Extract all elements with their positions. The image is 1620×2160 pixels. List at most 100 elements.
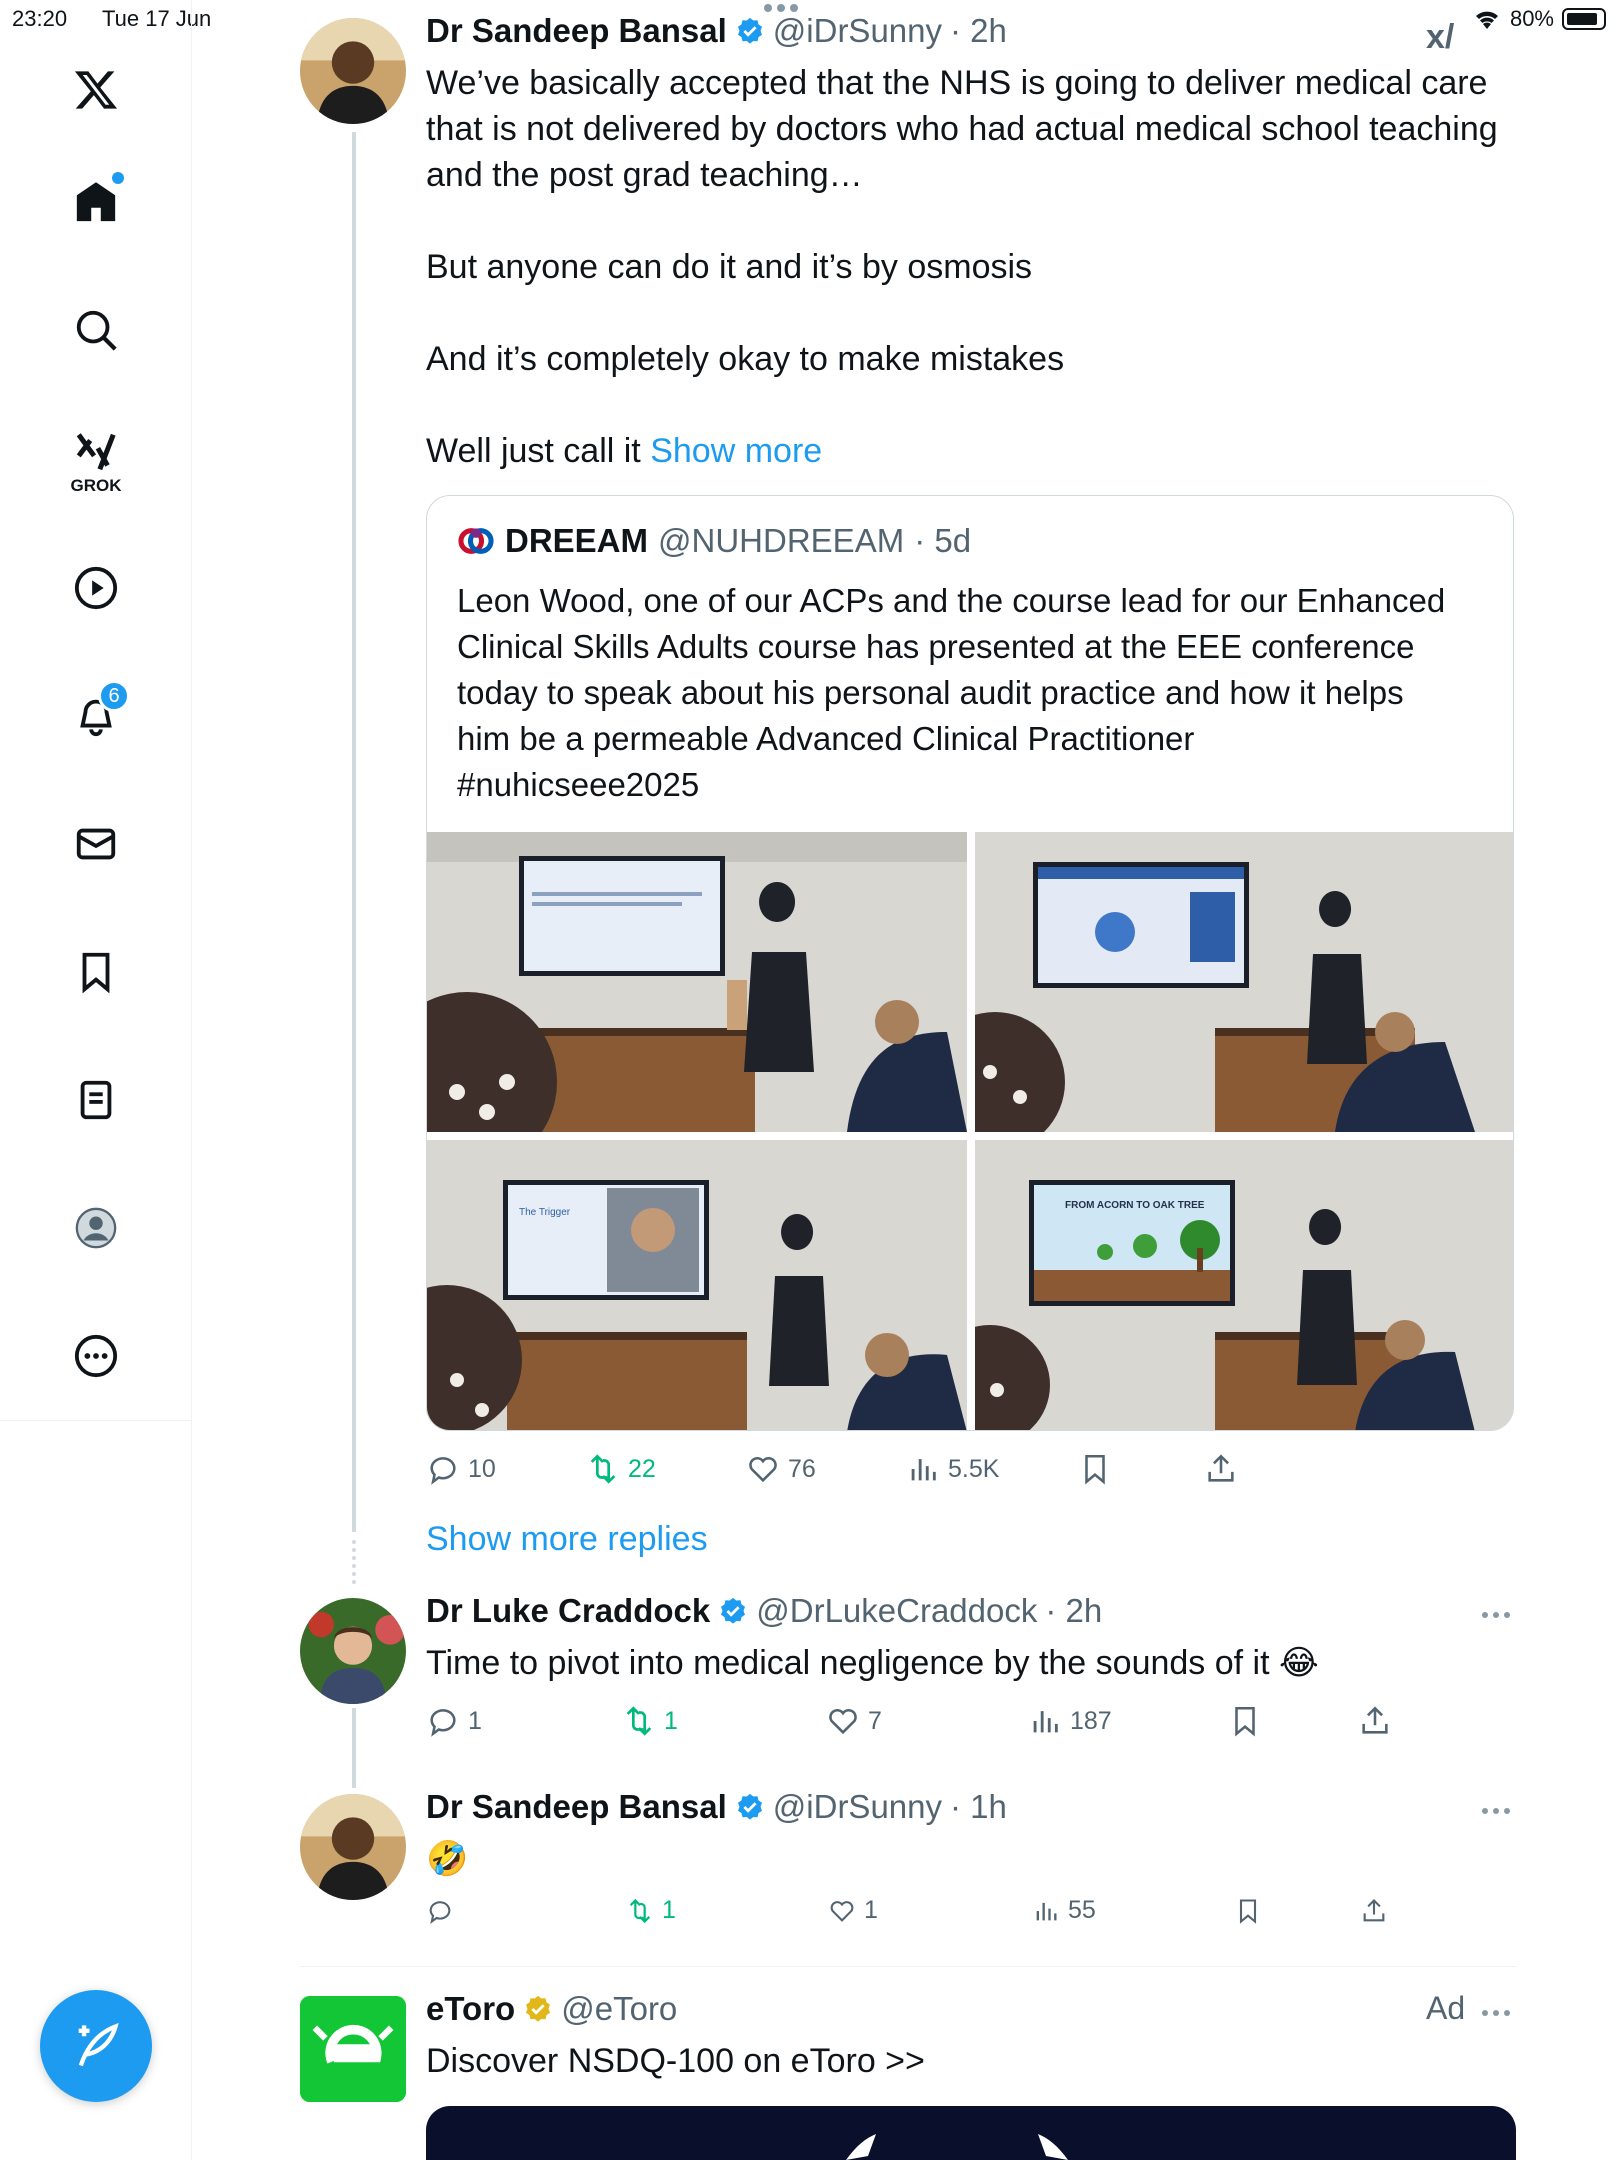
profile-icon: [75, 1207, 117, 1249]
like-button[interactable]: 76: [746, 1452, 906, 1486]
ad-media[interactable]: [426, 2106, 1516, 2160]
tweet-header: Dr Sandeep Bansal @iDrSunny · 2h: [426, 12, 1007, 50]
sidebar-item-home[interactable]: [64, 170, 128, 234]
like-button[interactable]: 1: [828, 1896, 1032, 1925]
repost-button[interactable]: 22: [586, 1452, 746, 1486]
reply-button[interactable]: 10: [426, 1452, 586, 1486]
compose-icon: [78, 2022, 119, 2067]
quote-time[interactable]: · 5d: [914, 522, 971, 560]
status-indicators: 80%: [1472, 6, 1606, 32]
share-button[interactable]: [1204, 1452, 1238, 1486]
grok-icon: [76, 433, 116, 471]
sidebar-item-more[interactable]: [64, 1324, 128, 1388]
tweet-time[interactable]: · 1h: [950, 1788, 1007, 1826]
photo-4[interactable]: FROM ACORN TO OAK TREE: [975, 1140, 1513, 1430]
views-button[interactable]: 5.5K: [906, 1452, 1078, 1486]
sidebar: GROK 6: [0, 0, 192, 2160]
bookmark-icon: [1235, 1706, 1255, 1737]
show-more-replies-link[interactable]: Show more replies: [426, 1520, 708, 1559]
reply-icon: [430, 1457, 456, 1485]
sidebar-item-messages[interactable]: [64, 812, 128, 876]
list-icon: [80, 1080, 112, 1120]
tweet-time[interactable]: · 2h: [1045, 1592, 1102, 1630]
reply-button[interactable]: 1: [426, 1704, 622, 1738]
quote-author-name[interactable]: DREEAM: [505, 522, 648, 560]
avatar[interactable]: [300, 1598, 406, 1704]
share-icon: [1362, 1706, 1388, 1734]
quote-hashtag[interactable]: #nuhicseee2025: [457, 762, 1487, 808]
author-handle[interactable]: @DrLukeCraddock: [756, 1592, 1037, 1630]
thread-line: [352, 1708, 356, 1788]
more-options-icon[interactable]: [1482, 1808, 1510, 1814]
tweet-line: We’ve basically accepted that the NHS is…: [426, 64, 1488, 102]
reply-header: Dr Luke Craddock @DrLukeCraddock · 2h: [426, 1592, 1102, 1630]
views-button[interactable]: 55: [1032, 1896, 1234, 1925]
sidebar-divider: [0, 1420, 192, 1421]
avatar[interactable]: [300, 1794, 406, 1900]
reply-button[interactable]: [426, 1897, 626, 1925]
quote-line: Leon Wood, one of our ACPs and the cours…: [457, 582, 1446, 619]
reply-count: 10: [468, 1454, 496, 1483]
quoted-tweet[interactable]: DREEAM @NUHDREEAM · 5d Leon Wood, one of…: [426, 495, 1514, 1431]
heart-icon: [829, 1708, 857, 1735]
sidebar-item-lists[interactable]: [64, 1068, 128, 1132]
tweet-actions: 1 1 7 187: [426, 1704, 1392, 1738]
more-options-icon[interactable]: [1482, 1612, 1510, 1618]
advertiser-handle[interactable]: @eToro: [561, 1990, 677, 2028]
photo-1[interactable]: [427, 832, 967, 1132]
author-name[interactable]: Dr Sandeep Bansal: [426, 12, 727, 50]
bookmark-icon: [82, 952, 110, 994]
sidebar-item-search[interactable]: [64, 298, 128, 362]
sidebar-item-bookmarks[interactable]: [64, 940, 128, 1004]
advertiser-name[interactable]: eToro: [426, 1990, 515, 2028]
sidebar-item-grok[interactable]: [64, 420, 128, 484]
tweet-line-last: Well just call it Show more: [426, 428, 1516, 474]
x-logo-icon[interactable]: [64, 58, 128, 122]
multitask-dots-icon[interactable]: [764, 4, 798, 12]
like-count: 7: [868, 1706, 882, 1735]
views-chart-icon: [1033, 1711, 1058, 1733]
author-name[interactable]: Dr Luke Craddock: [426, 1592, 710, 1630]
views-chart-icon: [1036, 1902, 1057, 1920]
verified-badge-icon: [737, 1793, 762, 1820]
tweet-time[interactable]: · 2h: [950, 12, 1007, 50]
bookmark-button[interactable]: [1228, 1704, 1358, 1738]
media-grid: The Trigger FROM ACORN TO OAK TREE: [427, 832, 1513, 1430]
author-handle[interactable]: @iDrSunny: [773, 12, 942, 50]
share-button[interactable]: [1358, 1704, 1392, 1738]
sidebar-item-notifications[interactable]: 6: [64, 680, 130, 748]
dreeam-logo-icon: [458, 528, 494, 554]
bookmark-button[interactable]: [1234, 1897, 1360, 1925]
sidebar-item-profile[interactable]: [64, 1196, 128, 1260]
repost-button[interactable]: 1: [622, 1704, 826, 1738]
author-name[interactable]: Dr Sandeep Bansal: [426, 1788, 727, 1826]
tweet-actions: 10 22 76 5.5K: [426, 1452, 1238, 1486]
views-button[interactable]: 187: [1028, 1704, 1228, 1738]
avatar[interactable]: [300, 18, 406, 124]
quote-author-handle[interactable]: @NUHDREEAM: [658, 522, 904, 560]
repost-button[interactable]: 1: [626, 1896, 828, 1925]
etoro-logo-icon[interactable]: [300, 1996, 406, 2102]
more-options-icon[interactable]: [1482, 2010, 1510, 2016]
home-icon: [76, 182, 116, 222]
repost-icon: [590, 1454, 616, 1484]
verified-badge-icon: [737, 17, 762, 44]
tweet-line: that is not delivered by doctors who had…: [426, 110, 1498, 148]
author-handle[interactable]: @iDrSunny: [773, 1788, 942, 1826]
heart-icon: [830, 1900, 854, 1922]
compose-button[interactable]: [40, 1990, 152, 2102]
quote-body: Leon Wood, one of our ACPs and the cours…: [457, 578, 1487, 808]
photo-2[interactable]: [975, 832, 1513, 1132]
sidebar-item-video[interactable]: [64, 556, 128, 620]
ad-label: Ad: [1426, 1990, 1466, 2026]
wifi-icon: [1475, 11, 1498, 29]
quote-line: Clinical Skills Adults course has presen…: [457, 628, 1415, 665]
bookmark-button[interactable]: [1078, 1452, 1204, 1486]
like-button[interactable]: 7: [826, 1704, 1028, 1738]
photo-3[interactable]: The Trigger: [427, 1140, 967, 1430]
tweet-line: Well just call it: [426, 432, 641, 470]
share-icon: [1363, 1898, 1385, 1921]
share-button[interactable]: [1360, 1897, 1388, 1925]
search-icon: [76, 310, 117, 351]
show-more-link[interactable]: Show more: [650, 432, 822, 470]
